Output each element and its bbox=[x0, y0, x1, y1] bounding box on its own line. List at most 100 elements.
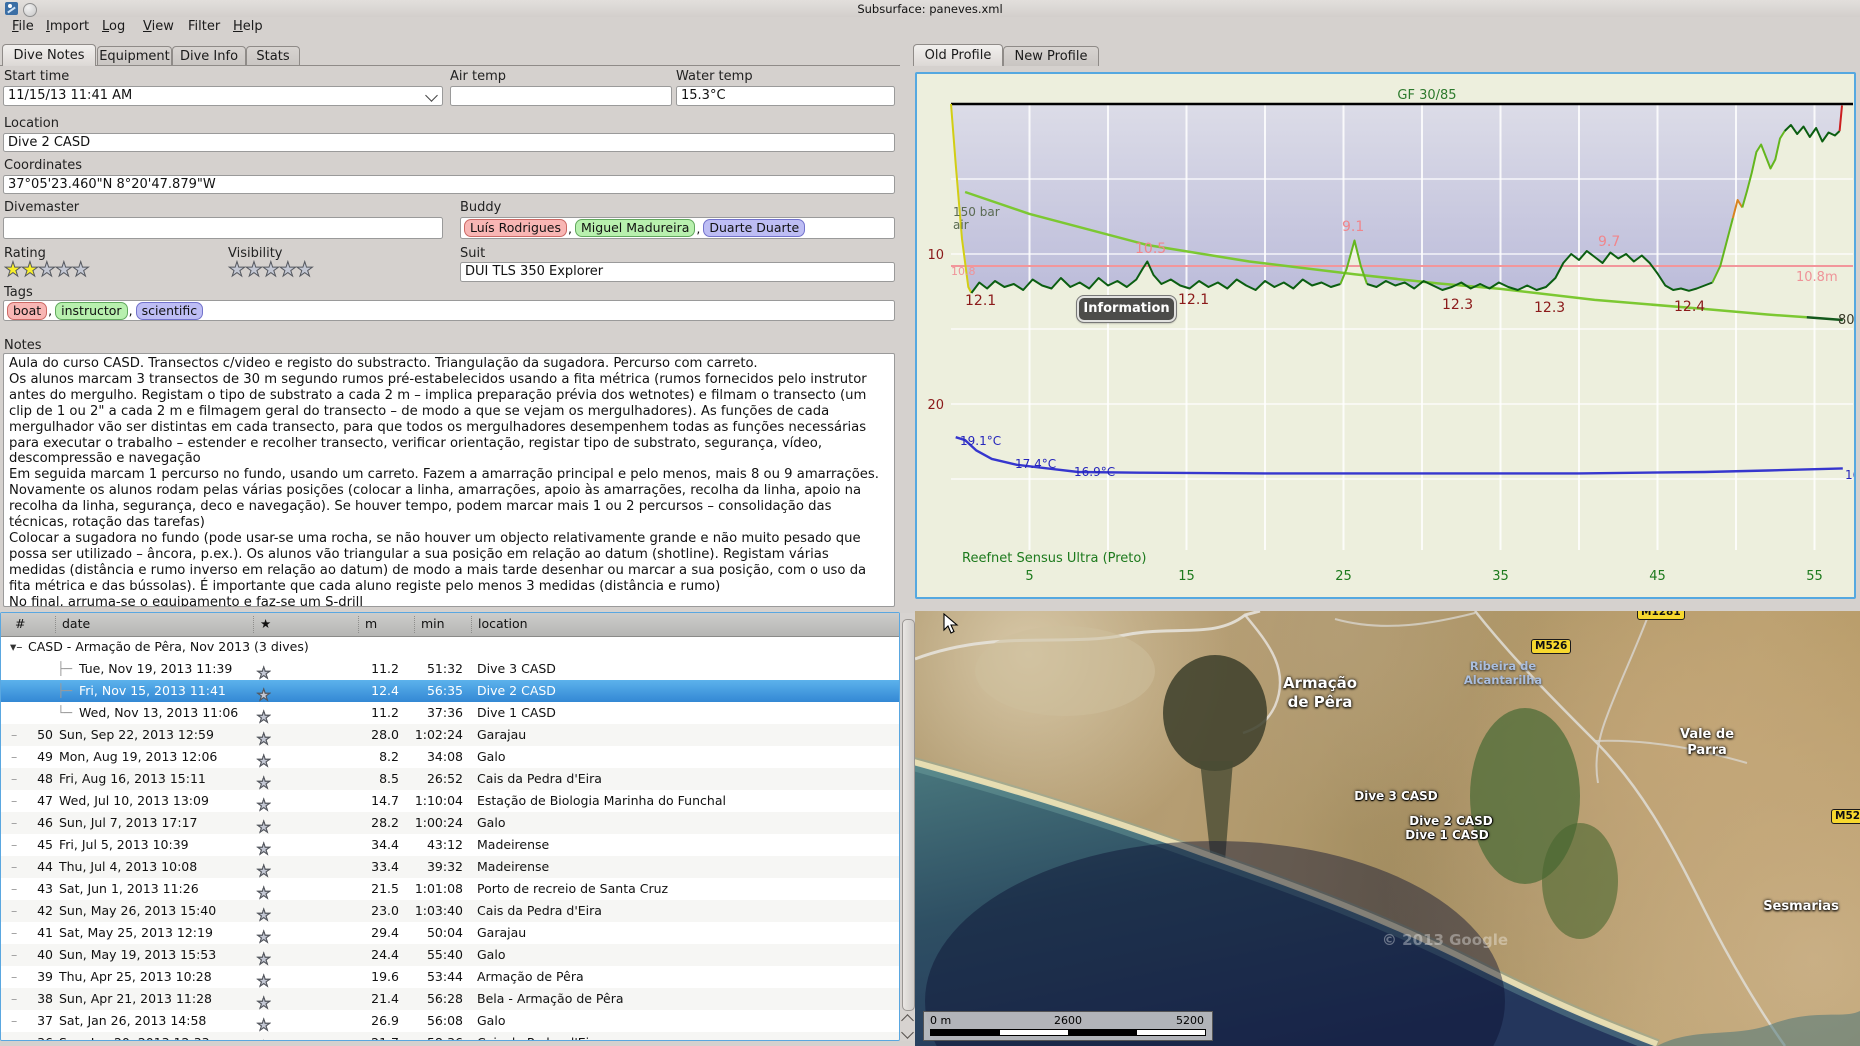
dive-number: 49 bbox=[37, 749, 53, 764]
divemaster-field[interactable] bbox=[3, 217, 443, 239]
dive-location: Estação de Biologia Marinha do Funchal bbox=[477, 793, 726, 808]
dive-date: Mon, Aug 19, 2013 12:06 bbox=[59, 749, 218, 764]
dive-site-map[interactable]: Armação de Pêra Ribeira de Alcantarilha Va… bbox=[915, 611, 1860, 1046]
dive-row[interactable]: –46 Sun, Jul 7, 2013 17:17 ★ ★ ★ ★ ★ 28.2 1:00:2… bbox=[1, 812, 899, 837]
dive-row[interactable]: –37 Sat, Jan 26, 2013 14:58 ★ ★ ★ ★ ★ 26.9 56:08… bbox=[1, 1010, 899, 1035]
dive-row[interactable]: –50 Sun, Sep 22, 2013 12:59 ★ ★ ★ ★ ★ 28.0 1:02:… bbox=[1, 724, 899, 749]
tree-branch: ├─ bbox=[57, 661, 73, 676]
coordinates-label: Coordinates bbox=[4, 158, 83, 173]
chip[interactable]: boat bbox=[7, 301, 48, 320]
visibility-stars[interactable]: ★★★★★ bbox=[228, 257, 315, 282]
dive-number: 44 bbox=[37, 859, 53, 874]
expander-icon[interactable]: ▾– bbox=[10, 639, 23, 654]
svg-text:10.5: 10.5 bbox=[1135, 241, 1166, 257]
dive-row[interactable]: └─ Wed, Nov 13, 2013 11:06 ★ ★ ★ ★ ★ 11.2 37:36 D… bbox=[1, 702, 899, 727]
dive-row[interactable]: –45 Fri, Jul 5, 2013 10:39 ★ ★ ★ ★ ★ 34.4 43:12 M… bbox=[1, 834, 899, 859]
dive-row[interactable]: –49 Mon, Aug 19, 2013 12:06 ★ ★ ★ ★ ★ 8.2 34:08 G… bbox=[1, 746, 899, 771]
chip[interactable]: Duarte Duarte bbox=[703, 219, 806, 237]
dive-list-header[interactable]: # date ★ m min location bbox=[1, 613, 899, 637]
scrollbar-handle[interactable] bbox=[902, 619, 915, 1011]
dive-duration: 56:28 bbox=[426, 991, 463, 1006]
dive-row[interactable]: –42 Sun, May 26, 2013 15:40 ★ ★ ★ ★ ★ 23.0 1:03:… bbox=[1, 900, 899, 925]
tab-stats[interactable]: Stats bbox=[246, 46, 300, 66]
svg-text:15: 15 bbox=[1178, 569, 1195, 584]
tab-dive-info[interactable]: Dive Info bbox=[172, 46, 246, 66]
dive-row[interactable]: ├─ Fri, Nov 15, 2013 11:41 ★ ★ ★ ★ ★ 12.4 56:35 D… bbox=[1, 680, 899, 705]
svg-text:150 bar: 150 bar bbox=[953, 205, 1000, 219]
star-icon: ★ bbox=[244, 257, 263, 282]
trip-group-row[interactable]: ▾– CASD - Armação de Pêra, Nov 2013 (3 di… bbox=[1, 636, 899, 658]
dive-row[interactable]: ├─ Tue, Nov 19, 2013 11:39 ★ ★ ★ ★ ★ 11.2 51:32 D… bbox=[1, 658, 899, 683]
chip[interactable]: Luís Rodrigues bbox=[464, 219, 568, 237]
dive-row[interactable]: –40 Sun, May 19, 2013 15:53 ★ ★ ★ ★ ★ 24.4 55:40… bbox=[1, 944, 899, 969]
menu-help[interactable]: Help bbox=[231, 19, 265, 34]
menu-import[interactable]: Import bbox=[44, 19, 91, 34]
star-icon: ★ bbox=[71, 257, 90, 282]
svg-text:19.1°C: 19.1°C bbox=[960, 434, 1001, 448]
dive-date: Sun, Sep 22, 2013 12:59 bbox=[59, 727, 214, 742]
menu-log[interactable]: Log bbox=[100, 19, 127, 34]
dive-depth: 8.5 bbox=[379, 771, 399, 786]
menu-file[interactable]: File bbox=[10, 19, 36, 34]
dive-date: Fri, Nov 15, 2013 11:41 bbox=[79, 683, 226, 698]
chip[interactable]: instructor bbox=[55, 301, 128, 320]
dive-depth: 21.7 bbox=[341, 1035, 399, 1040]
dive-location: Porto de recreio de Santa Cruz bbox=[477, 881, 669, 896]
suit-field[interactable]: DUI TLS 350 Explorer bbox=[460, 262, 895, 282]
dive-row[interactable]: –41 Sat, May 25, 2013 12:19 ★ ★ ★ ★ ★ 29.4 50:04… bbox=[1, 922, 899, 947]
tags-field[interactable]: boat, instructor, scientific bbox=[3, 300, 895, 321]
dive-list-scrollbar[interactable] bbox=[900, 613, 915, 1041]
rating-stars[interactable]: ★★★★★ bbox=[4, 257, 91, 282]
tab-old-profile[interactable]: Old Profile bbox=[913, 44, 1003, 66]
star-icon: ★ bbox=[256, 1038, 271, 1041]
column-header-date[interactable]: date bbox=[55, 616, 90, 633]
tab-equipment[interactable]: Equipment bbox=[97, 46, 172, 66]
dive-location: Armação de Pêra bbox=[477, 969, 584, 984]
svg-text:12.1: 12.1 bbox=[965, 293, 996, 309]
notes-textarea[interactable]: Aula do curso CASD. Transectos c/video e… bbox=[3, 353, 895, 607]
scroll-up-icon[interactable] bbox=[901, 1014, 914, 1027]
column-header-#[interactable]: # bbox=[9, 616, 25, 633]
tree-branch: ├─ bbox=[57, 683, 73, 698]
location-field[interactable]: Dive 2 CASD bbox=[3, 133, 895, 152]
svg-text:12.4: 12.4 bbox=[1674, 299, 1705, 315]
dive-row[interactable]: –43 Sat, Jun 1, 2013 11:26 ★ ★ ★ ★ ★ 21.5 1:01:0… bbox=[1, 878, 899, 903]
tags-label: Tags bbox=[4, 285, 33, 300]
dive-row[interactable]: –47 Wed, Jul 10, 2013 13:09 ★ ★ ★ ★ ★ 14.7 1:10:… bbox=[1, 790, 899, 815]
coordinates-field[interactable]: 37°05'23.460"N 8°20'47.879"W bbox=[3, 175, 895, 194]
chip-separator: , bbox=[128, 303, 133, 318]
information-button[interactable]: Information bbox=[1076, 295, 1177, 323]
dive-row[interactable]: –36Sun, Jan 20, 2013 12:33★★★★★21.758:36… bbox=[1, 1032, 899, 1041]
column-header-min[interactable]: min bbox=[414, 616, 445, 633]
dive-location: Galo bbox=[477, 947, 506, 962]
dive-depth: 24.4 bbox=[371, 947, 399, 962]
dive-row[interactable]: –44 Thu, Jul 4, 2013 10:08 ★ ★ ★ ★ ★ 33.4 39:32 M… bbox=[1, 856, 899, 881]
dive-row[interactable]: –39 Thu, Apr 25, 2013 10:28 ★ ★ ★ ★ ★ 19.6 53:44… bbox=[1, 966, 899, 991]
tab-new-profile[interactable]: New Profile bbox=[1003, 46, 1099, 66]
water-temp-field[interactable]: 15.3°C bbox=[676, 86, 895, 106]
dive-number: 36 bbox=[9, 1035, 53, 1040]
dive-row[interactable]: –48 Fri, Aug 16, 2013 15:11 ★ ★ ★ ★ ★ 8.5 26:52 C… bbox=[1, 768, 899, 793]
dive-row[interactable]: –38 Sun, Apr 21, 2013 11:28 ★ ★ ★ ★ ★ 21.4 56:28… bbox=[1, 988, 899, 1013]
chip[interactable]: scientific bbox=[135, 301, 204, 320]
start-time-combo[interactable]: 11/15/13 11:41 AM bbox=[3, 86, 443, 106]
buddy-field[interactable]: Luís Rodrigues, Miguel Madureira, Duarte D… bbox=[460, 217, 895, 239]
menu-filter[interactable]: Filter bbox=[186, 19, 222, 34]
dive-depth: 34.4 bbox=[371, 837, 399, 852]
scroll-down-icon[interactable] bbox=[901, 1026, 914, 1039]
water-temp-label: Water temp bbox=[676, 69, 753, 84]
dive-number: 43 bbox=[37, 881, 53, 896]
svg-text:10.8: 10.8 bbox=[951, 265, 976, 278]
svg-text:16: 16 bbox=[1845, 468, 1854, 482]
column-header-m[interactable]: m bbox=[358, 616, 377, 633]
dive-location: Cais da Pedra d'Eira bbox=[477, 903, 602, 918]
column-header-location[interactable]: location bbox=[471, 616, 528, 633]
dive-location: Dive 1 CASD bbox=[477, 705, 556, 720]
air-temp-field[interactable] bbox=[450, 86, 672, 106]
column-header-★[interactable]: ★ bbox=[253, 616, 271, 633]
dive-date: Wed, Jul 10, 2013 13:09 bbox=[59, 793, 209, 808]
tab-dive-notes[interactable]: Dive Notes bbox=[2, 44, 96, 66]
chip[interactable]: Miguel Madureira bbox=[575, 219, 696, 237]
menu-view[interactable]: View bbox=[141, 19, 176, 34]
dive-list-table[interactable]: # date ★ m min location ▾– CASD - Armação de P… bbox=[0, 612, 900, 1041]
